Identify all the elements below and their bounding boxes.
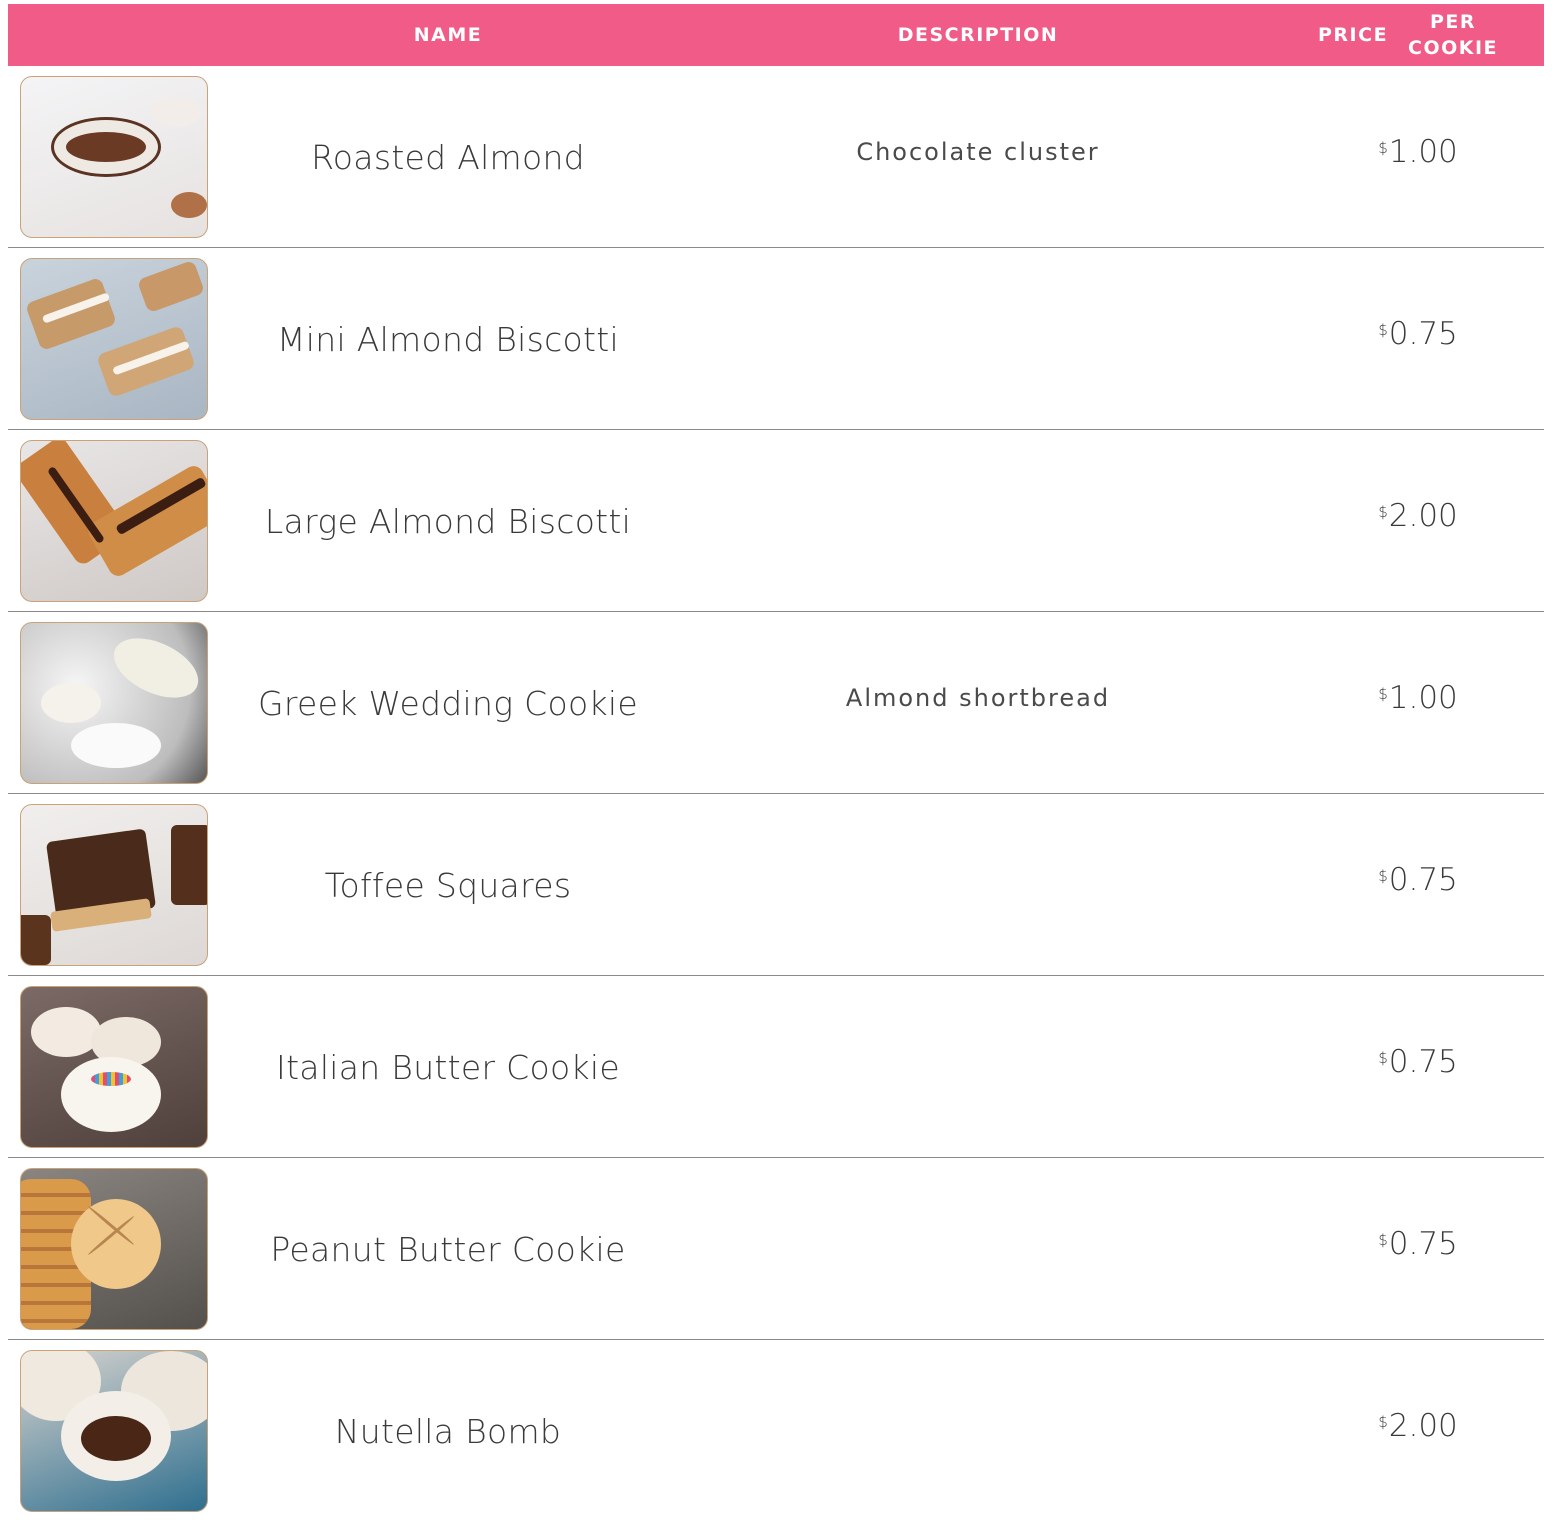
table-row: Greek Wedding Cookie Almond shortbread $… (8, 612, 1544, 794)
table-row: Large Almond Biscotti $2.00 (8, 430, 1544, 612)
table-row: Nutella Bomb $2.00 (8, 1340, 1544, 1522)
price-value: 1.00 (1388, 680, 1458, 716)
table-header: NAME DESCRIPTION PRICE PER COOKIE (8, 4, 1544, 66)
item-price: $1.00 (1318, 612, 1518, 784)
item-description (778, 430, 1178, 602)
cookie-photo (20, 76, 208, 238)
table-row: Roasted Almond Chocolate cluster $1.00 (8, 66, 1544, 248)
item-description: Almond shortbread (845, 684, 1111, 712)
price-value: 0.75 (1388, 1226, 1458, 1262)
item-name: Nutella Bomb (334, 1411, 562, 1451)
table-row: Toffee Squares $0.75 (8, 794, 1544, 976)
price-value: 2.00 (1388, 1408, 1458, 1444)
cookie-photo (20, 622, 208, 784)
header-price-line1: PRICE (1318, 24, 1389, 46)
cookie-photo (20, 258, 208, 420)
currency-symbol: $ (1378, 685, 1388, 703)
price-value: 0.75 (1388, 862, 1458, 898)
item-price: $0.75 (1318, 794, 1518, 966)
cookie-photo (20, 440, 208, 602)
price-value: 0.75 (1388, 1044, 1458, 1080)
item-description (778, 794, 1178, 966)
item-price: $1.00 (1318, 66, 1518, 238)
header-name: NAME (413, 24, 483, 46)
header-price: PRICE PER COOKIE (1318, 4, 1518, 66)
item-price: $2.00 (1318, 430, 1518, 602)
item-name: Greek Wedding Cookie (258, 683, 638, 723)
item-description (778, 1340, 1178, 1512)
currency-symbol: $ (1378, 321, 1388, 339)
item-description (778, 976, 1178, 1148)
item-name: Italian Butter Cookie (276, 1047, 620, 1087)
price-value: 0.75 (1388, 316, 1458, 352)
item-name: Mini Almond Biscotti (277, 319, 619, 359)
cookie-photo (20, 986, 208, 1148)
item-description: Chocolate cluster (856, 138, 1100, 166)
header-price-line2: PER COOKIE (1408, 11, 1499, 59)
currency-symbol: $ (1378, 503, 1388, 521)
item-price: $0.75 (1318, 976, 1518, 1148)
item-price: $2.00 (1318, 1340, 1518, 1512)
currency-symbol: $ (1378, 139, 1388, 157)
item-name: Peanut Butter Cookie (270, 1229, 626, 1269)
item-name: Toffee Squares (324, 865, 572, 905)
table-row: Peanut Butter Cookie $0.75 (8, 1158, 1544, 1340)
currency-symbol: $ (1378, 1413, 1388, 1431)
item-description (778, 1158, 1178, 1330)
item-price: $0.75 (1318, 1158, 1518, 1330)
currency-symbol: $ (1378, 1049, 1388, 1067)
currency-symbol: $ (1378, 1231, 1388, 1249)
cookie-photo (20, 1168, 208, 1330)
price-value: 1.00 (1388, 134, 1458, 170)
cookie-photo (20, 1350, 208, 1512)
cookie-photo (20, 804, 208, 966)
currency-symbol: $ (1378, 867, 1388, 885)
header-description: DESCRIPTION (897, 24, 1059, 46)
table-row: Italian Butter Cookie $0.75 (8, 976, 1544, 1158)
item-description (778, 248, 1178, 420)
cookie-menu-table: NAME DESCRIPTION PRICE PER COOKIE Roaste… (8, 4, 1544, 1522)
item-price: $0.75 (1318, 248, 1518, 420)
item-name: Roasted Almond (311, 137, 585, 177)
table-row: Mini Almond Biscotti $0.75 (8, 248, 1544, 430)
table-body: Roasted Almond Chocolate cluster $1.00 M… (8, 66, 1544, 1522)
price-value: 2.00 (1388, 498, 1458, 534)
item-name: Large Almond Biscotti (264, 501, 632, 541)
